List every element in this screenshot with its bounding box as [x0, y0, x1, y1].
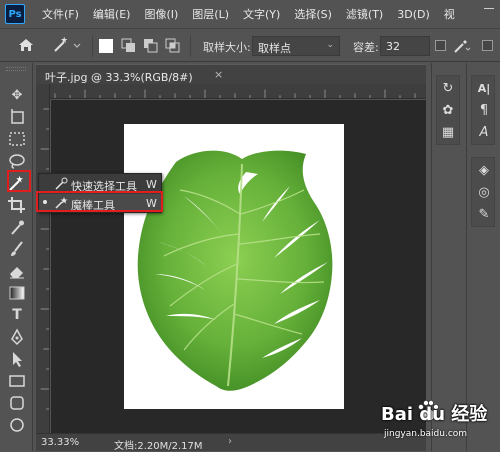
chevron-down-icon: ⌄ [326, 40, 334, 50]
sample-size-value: 取样点 [258, 42, 291, 55]
contiguous-checkbox[interactable] [482, 40, 493, 51]
gradient-tool-icon[interactable] [6, 284, 28, 302]
status-bar: 33.33% 文档:2.20M/2.17M › [36, 433, 426, 452]
hand-tool-icon[interactable] [6, 394, 28, 412]
options-bar: 取样大小: 取样点 ⌄ 容差: 32 [0, 28, 500, 62]
eyedropper-tool-icon[interactable] [6, 218, 28, 236]
rectangle-tool-icon[interactable] [6, 372, 28, 390]
zoom-level[interactable]: 33.33% [41, 437, 79, 448]
new-selection-button[interactable] [99, 39, 113, 53]
sample-all-layers-icon[interactable] [452, 37, 472, 55]
brush-tool-icon[interactable] [6, 240, 28, 258]
minimize-icon[interactable] [484, 8, 494, 9]
character-icon[interactable]: A| [474, 79, 494, 97]
paragraph-icon[interactable]: ¶ [474, 101, 494, 119]
lasso-tool-icon[interactable] [6, 152, 28, 170]
watermark-brand: Bai du 经验 [381, 404, 488, 425]
paths-icon[interactable]: ✎ [474, 205, 494, 223]
intersect-selection-button[interactable] [164, 37, 182, 55]
artboard-tool-icon[interactable] [6, 108, 28, 126]
document-canvas[interactable] [124, 124, 344, 409]
color-palette-icon[interactable]: ✿ [438, 101, 458, 119]
magic-wand-preset-icon[interactable] [52, 36, 82, 54]
panel-dock-left: ↻ ✿ ▦ [431, 63, 463, 451]
menu-filter[interactable]: 滤镜(T) [346, 6, 383, 22]
menu-bar: Ps 文件(F) 编辑(E) 图像(I) 图层(L) 文字(Y) 选择(S) 滤… [0, 0, 500, 28]
sample-size-label: 取样大小: [203, 41, 251, 54]
anti-alias-checkbox[interactable] [435, 40, 446, 51]
document-size: 文档:2.20M/2.17M [114, 441, 203, 452]
menu-edit[interactable]: 编辑(E) [93, 6, 131, 22]
channels-icon[interactable]: ◎ [474, 183, 494, 201]
options-separator [190, 35, 191, 57]
panel-grip[interactable] [6, 67, 26, 71]
subtract-from-selection-button[interactable] [142, 37, 160, 55]
canvas-area[interactable] [51, 100, 426, 433]
menu-select[interactable]: 选择(S) [294, 6, 332, 22]
type-tool-icon[interactable]: T [6, 306, 28, 324]
document-tab[interactable]: 叶子.jpg @ 33.3%(RGB/8#) × [36, 64, 426, 84]
horizontal-ruler [50, 84, 426, 99]
vertical-ruler [36, 84, 50, 434]
path-selection-tool-icon[interactable] [6, 350, 28, 368]
photoshop-logo: Ps [5, 4, 25, 24]
menu-item-highlight-box [36, 191, 163, 212]
pen-tool-icon[interactable] [6, 328, 28, 346]
tool-highlight-box [7, 170, 31, 192]
baidu-jingyan-watermark: Bai du 经验 jingyan.baidu.com [381, 395, 497, 445]
tolerance-label: 容差: [353, 41, 379, 54]
add-to-selection-button[interactable] [120, 37, 138, 55]
document-title: 叶子.jpg @ 33.3%(RGB/8#) [45, 71, 193, 84]
menu-3d[interactable]: 3D(D) [397, 8, 430, 21]
watermark-url: jingyan.baidu.com [384, 429, 468, 439]
menu-image[interactable]: 图像(I) [144, 6, 178, 22]
sample-size-select[interactable]: 取样点 ⌄ [252, 36, 340, 56]
layers-icon[interactable]: ◈ [474, 161, 494, 179]
chevron-right-icon[interactable]: › [228, 436, 232, 447]
menu-file[interactable]: 文件(F) [42, 6, 79, 22]
menu-type[interactable]: 文字(Y) [243, 6, 280, 22]
home-icon[interactable] [18, 38, 34, 52]
move-tool-icon[interactable]: ✥ [6, 86, 28, 104]
grid-icon[interactable]: ▦ [438, 123, 458, 141]
glyphs-icon[interactable]: A [474, 123, 494, 141]
monstera-leaf-image [137, 150, 333, 391]
tools-panel: ✥ T [0, 63, 33, 451]
options-separator [92, 35, 93, 57]
zoom-tool-icon[interactable] [6, 416, 28, 434]
flyout-item-shortcut: W [146, 178, 157, 191]
crop-tool-icon[interactable] [6, 196, 28, 214]
eraser-tool-icon[interactable] [6, 262, 28, 280]
menu-layer[interactable]: 图层(L) [192, 6, 229, 22]
menu-view[interactable]: 视 [444, 6, 455, 22]
close-icon[interactable]: × [214, 68, 223, 81]
quick-selection-icon [55, 177, 68, 190]
history-icon[interactable]: ↻ [438, 79, 458, 97]
tolerance-input[interactable]: 32 [380, 36, 430, 56]
marquee-tool-icon[interactable] [6, 130, 28, 148]
panel-dock-right: A| ¶ A ◈ ◎ ✎ [466, 63, 500, 451]
